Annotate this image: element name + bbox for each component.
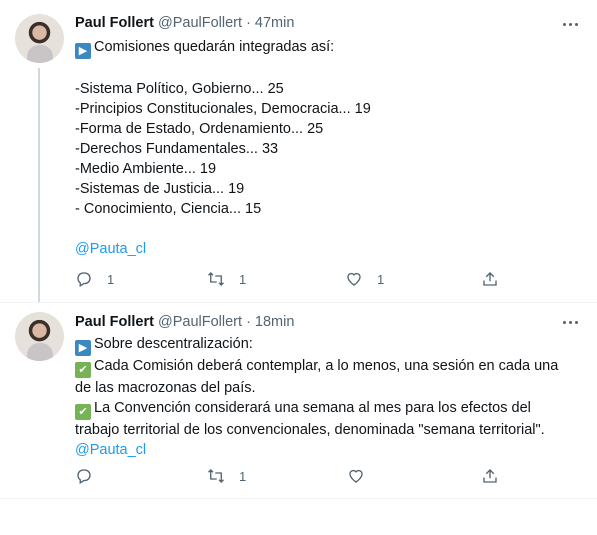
mention-link[interactable]: @Pauta_cl [75, 241, 146, 257]
retweet-count: 1 [239, 271, 247, 287]
author-name[interactable]: Paul Follert [75, 15, 154, 31]
author-handle[interactable]: @PaulFollert [158, 15, 242, 31]
check-mark-emoji: ✔ [75, 362, 91, 378]
tweet-divider [0, 498, 597, 499]
like-button[interactable]: 1 [345, 269, 384, 289]
reply-count: 1 [107, 271, 115, 287]
commission-line: -Sistemas de Justicia... 19 [75, 181, 245, 197]
retweet-count: 1 [239, 468, 247, 484]
avatar[interactable] [15, 312, 64, 361]
like-button[interactable] [347, 466, 365, 486]
share-button[interactable] [481, 466, 499, 486]
tweet-divider [0, 302, 597, 303]
tweet-actions: 1 1 1 [75, 269, 505, 289]
commission-line: -Principios Constitucionales, Democracia… [75, 101, 371, 117]
commission-line: -Medio Ambiente... 19 [75, 161, 217, 177]
like-count: 1 [377, 271, 385, 287]
more-icon[interactable] [561, 314, 581, 330]
tweet-text: ▶ Comisiones quedarán integradas así: -Si… [75, 37, 575, 259]
retweet-icon [208, 469, 224, 483]
reply-button[interactable]: 1 [75, 269, 114, 289]
share-icon [483, 272, 497, 286]
retweet-icon [208, 272, 224, 286]
tweet-time[interactable]: · 18min [246, 314, 294, 330]
play-button-emoji: ▶ [75, 43, 91, 59]
tweet-line: de las macrozonas del país. [75, 380, 256, 396]
author-name[interactable]: Paul Follert [75, 314, 154, 330]
avatar[interactable] [15, 14, 64, 63]
tweet-line: La Convención considerará una semana al … [94, 400, 531, 416]
mention-link[interactable]: @Pauta_cl [75, 442, 146, 458]
tweet-header: Paul Follert @PaulFollert · 18min [75, 314, 294, 330]
like-icon [347, 272, 361, 286]
play-button-emoji: ▶ [75, 340, 91, 356]
retweet-button[interactable]: 1 [207, 269, 246, 289]
more-icon[interactable] [561, 16, 581, 32]
tweet-line: Cada Comisión deberá contemplar, a lo me… [94, 358, 559, 374]
tweet-header: Paul Follert @PaulFollert · 47min [75, 15, 294, 31]
commission-line: -Derechos Fundamentales... 33 [75, 141, 279, 157]
tweet-time[interactable]: · 47min [246, 15, 294, 31]
commission-line: -Sistema Político, Gobierno... 25 [75, 81, 284, 97]
reply-icon [77, 272, 91, 287]
retweet-button[interactable]: 1 [207, 466, 246, 486]
share-button[interactable] [481, 269, 499, 289]
reply-button[interactable] [75, 466, 93, 486]
check-mark-emoji: ✔ [75, 404, 91, 420]
commission-line: -Forma de Estado, Ordenamiento... 25 [75, 121, 324, 137]
tweet-line: trabajo territorial de los convencionale… [75, 422, 545, 438]
reply-icon [77, 469, 91, 484]
thread-line [38, 68, 40, 303]
share-icon [483, 469, 497, 483]
like-icon [349, 469, 363, 483]
tweet-text: ▶ Sobre descentralización: ✔ Cada Comisión… [75, 334, 575, 460]
tweet-actions: 1 [75, 466, 505, 486]
author-handle[interactable]: @PaulFollert [158, 314, 242, 330]
tweet-intro: Comisiones quedarán integradas así: [94, 39, 335, 55]
commission-line: - Conocimiento, Ciencia... 15 [75, 201, 262, 217]
tweet-intro: Sobre descentralización: [94, 336, 253, 352]
